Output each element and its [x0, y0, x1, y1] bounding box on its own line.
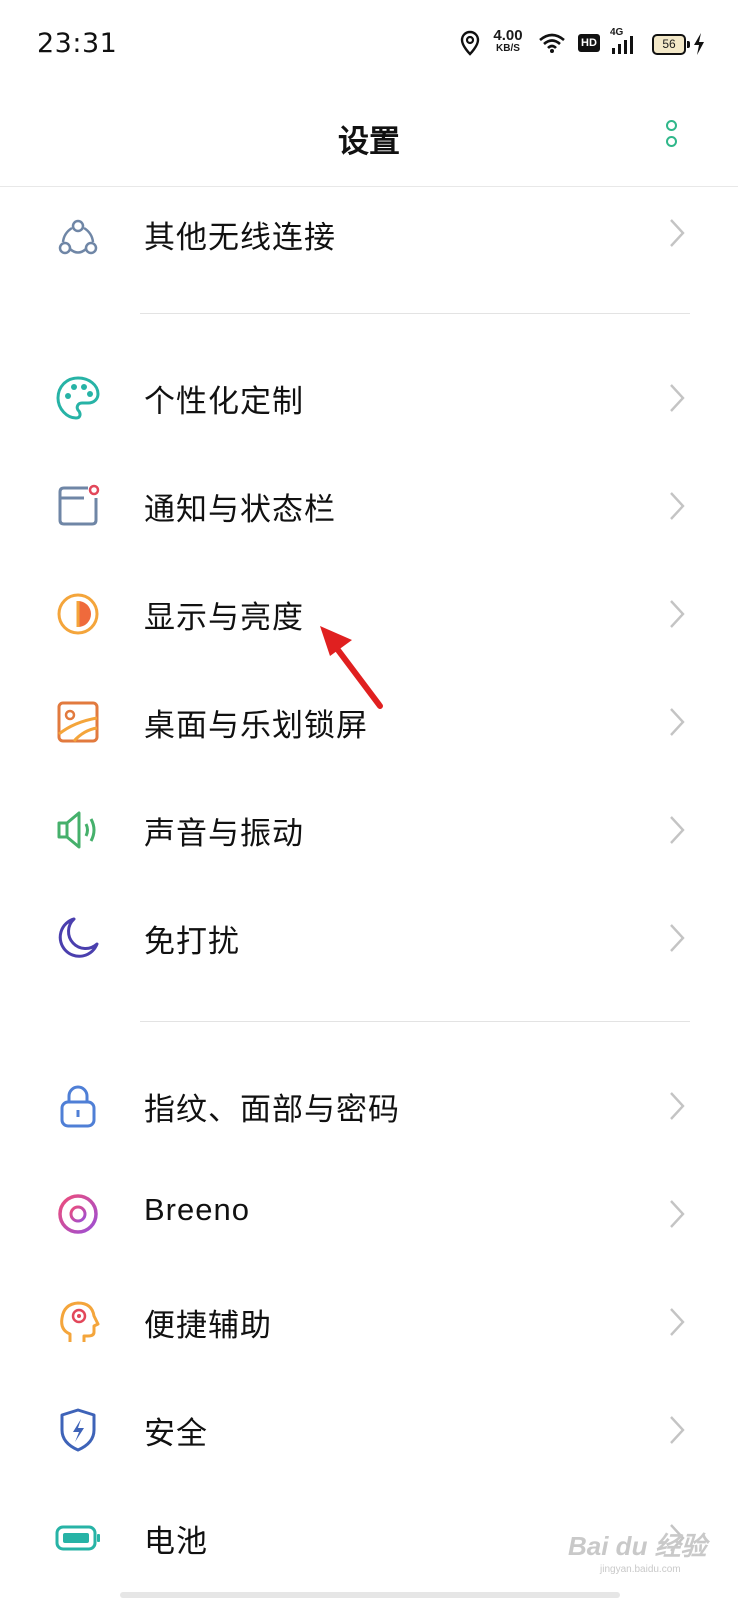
- settings-item-security[interactable]: 安全: [0, 1379, 738, 1479]
- notification-icon: [58, 484, 100, 526]
- more-vertical-icon[interactable]: [659, 118, 683, 158]
- battery-setting-icon: [55, 1525, 100, 1551]
- annotation-arrow-icon: [320, 626, 383, 709]
- chevron-right-icon: [670, 1416, 685, 1444]
- chevron-right-icon: [670, 1200, 685, 1228]
- location-icon: [460, 30, 480, 56]
- baidu-watermark: Bai du 经验: [568, 1531, 707, 1561]
- divider: [140, 1021, 690, 1022]
- speaker-icon: [57, 811, 96, 849]
- settings-item-label: 便捷辅助: [144, 1308, 272, 1344]
- status-time: 23:31: [37, 28, 118, 59]
- settings-item-label: 通知与状态栏: [144, 492, 336, 528]
- moon-icon: [58, 917, 99, 958]
- hd-icon: HD: [578, 34, 600, 52]
- page-title: 设置: [338, 124, 400, 160]
- chevron-right-icon: [670, 816, 685, 844]
- settings-item-label: 其他无线连接: [144, 220, 336, 256]
- palette-icon: [56, 376, 100, 420]
- settings-item-label: 声音与振动: [144, 816, 304, 852]
- shield-icon: [60, 1408, 96, 1452]
- settings-item-label: Breeno: [144, 1192, 250, 1227]
- lock-icon: [60, 1085, 96, 1128]
- breeno-icon: [58, 1194, 98, 1234]
- chevron-right-icon: [670, 384, 685, 412]
- settings-item-label: 显示与亮度: [144, 600, 304, 636]
- title-bar: 设置: [0, 90, 738, 187]
- wallpaper-icon: [57, 701, 99, 743]
- gesture-bar: [120, 1592, 620, 1598]
- chevron-right-icon: [670, 708, 685, 736]
- battery-icon: 56: [652, 34, 690, 55]
- settings-item-breeno[interactable]: Breeno: [0, 1163, 738, 1263]
- settings-item-assistant[interactable]: 便捷辅助: [0, 1271, 738, 1371]
- settings-item-sound[interactable]: 声音与振动: [0, 779, 738, 879]
- chevron-right-icon: [670, 219, 685, 247]
- settings-item-label: 安全: [144, 1416, 208, 1452]
- baidu-watermark-url: jingyan.baidu.com: [600, 1564, 681, 1575]
- settings-item-dnd[interactable]: 免打扰: [0, 887, 738, 987]
- divider: [140, 313, 690, 314]
- settings-item-label: 个性化定制: [144, 384, 304, 420]
- settings-item-label: 电池: [144, 1524, 208, 1560]
- chevron-right-icon: [670, 492, 685, 520]
- assistant-icon: [60, 1301, 100, 1342]
- settings-item-wireless[interactable]: 其他无线连接: [0, 187, 738, 287]
- wifi-icon: [539, 33, 565, 53]
- charging-icon: [694, 33, 704, 55]
- settings-item-label: 免打扰: [144, 924, 240, 960]
- brightness-icon: [57, 593, 99, 635]
- settings-item-personalization[interactable]: 个性化定制: [0, 347, 738, 447]
- chevron-right-icon: [670, 600, 685, 628]
- chevron-right-icon: [670, 1308, 685, 1336]
- wireless-connection-icon: [58, 219, 98, 255]
- settings-item-label: 指纹、面部与密码: [144, 1092, 400, 1128]
- status-bar: 23:31 4.00 KB/S HD 4G 56: [0, 0, 738, 90]
- status-icons: 4.00 KB/S HD 4G 56: [460, 27, 704, 62]
- net-speed: 4.00 KB/S: [493, 27, 523, 54]
- chevron-right-icon: [670, 924, 685, 952]
- settings-item-security-password[interactable]: 指纹、面部与密码: [0, 1055, 738, 1155]
- signal-icon: [612, 36, 633, 54]
- settings-item-notifications[interactable]: 通知与状态栏: [0, 455, 738, 555]
- chevron-right-icon: [670, 1092, 685, 1120]
